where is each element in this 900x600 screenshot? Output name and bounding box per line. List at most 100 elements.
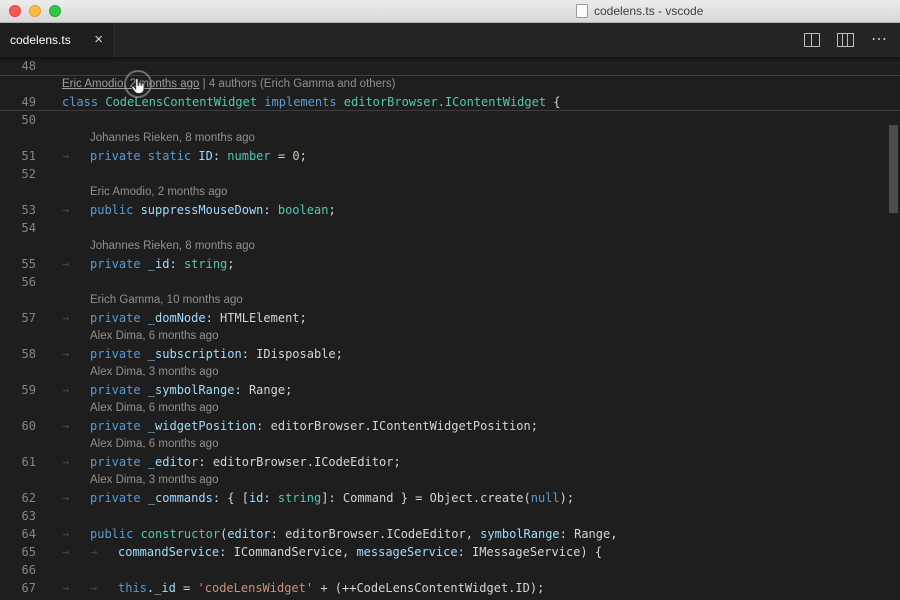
code-token: private [90,347,148,361]
tab-whitespace-arrow: → [62,147,90,165]
code-line-62[interactable]: 62→private _commands: { [id: string]: Co… [0,489,900,507]
line-number[interactable]: 67 [0,579,36,597]
code-token: : ICommandService, [219,545,356,559]
code-area: 48 Eric Amodio, 2 months ago | 4 authors … [0,57,900,600]
document-proxy-icon [576,4,588,18]
line-number[interactable]: 54 [0,219,36,237]
line-number[interactable]: 48 [0,57,36,75]
tab-close-icon[interactable]: × [94,32,103,47]
code-token: 'codeLensWidget' [198,581,314,595]
codelens-annotation-row[interactable]: Alex Dima, 3 months ago [0,363,900,381]
line-number[interactable]: 58 [0,345,36,363]
line-number[interactable]: 51 [0,147,36,165]
code-line-53[interactable]: 53→public suppressMouseDown: boolean; [0,201,900,219]
code-token: ); [560,491,574,505]
more-actions-icon[interactable]: ⋯ [871,34,888,46]
tab-whitespace-arrow: → [62,345,90,363]
code-text: →private static ID: number = 0; [62,147,307,165]
codelens-annotation-row[interactable]: Alex Dima, 6 months ago [0,435,900,453]
code-token: _commands [148,491,213,505]
close-window-button[interactable] [9,5,21,17]
line-number [0,237,36,255]
code-token: = [271,149,293,163]
codelens-annotation-row[interactable]: Johannes Rieken, 8 months ago [0,237,900,255]
code-token: private [90,491,148,505]
code-line-50[interactable]: 50 [0,111,900,129]
code-line-49[interactable]: 49class CodeLensContentWidget implements… [0,93,900,111]
codelens-blame-link[interactable]: Eric Amodio, 2 months ago [62,78,199,90]
line-number[interactable]: 66 [0,561,36,579]
code-token: _editor [148,455,199,469]
code-line-52[interactable]: 52 [0,165,900,183]
code-line-59[interactable]: 59→private _symbolRange: Range; [0,381,900,399]
line-number[interactable]: 53 [0,201,36,219]
line-number[interactable]: 62 [0,489,36,507]
codelens-annotation-row[interactable]: Eric Amodio, 2 months ago | 4 authors (E… [0,75,900,93]
codelens-label: Alex Dima, 6 months ago [90,438,218,450]
code-token: _id [148,257,170,271]
codelens-annotation-row[interactable]: Johannes Rieken, 8 months ago [0,129,900,147]
code-line-63[interactable]: 63 [0,507,900,525]
code-line-60[interactable]: 60→private _widgetPosition: editorBrowse… [0,417,900,435]
code-token: implements [257,95,344,109]
line-number[interactable]: 49 [0,93,36,111]
line-number[interactable]: 52 [0,165,36,183]
code-token: id [249,491,263,505]
line-number[interactable]: 65 [0,543,36,561]
code-editor[interactable]: 48 Eric Amodio, 2 months ago | 4 authors … [0,57,900,600]
line-number[interactable]: 59 [0,381,36,399]
code-line-55[interactable]: 55→private _id: string; [0,255,900,273]
codelens-text: Eric Amodio, 2 months ago | 4 authors (E… [62,75,395,93]
tab-codelens-ts[interactable]: codelens.ts × [0,22,114,57]
line-number[interactable]: 56 [0,273,36,291]
line-number[interactable]: 64 [0,525,36,543]
codelens-annotation-row[interactable]: Alex Dima, 6 months ago [0,399,900,417]
code-token: editor [227,527,270,541]
code-token: private [90,311,148,325]
codelens-annotation-row[interactable]: Erich Gamma, 10 months ago [0,291,900,309]
code-line-48[interactable]: 48 [0,57,900,75]
minimize-window-button[interactable] [29,5,41,17]
code-token: : Range, [560,527,618,541]
codelens-text: Alex Dima, 3 months ago [90,471,218,489]
code-line-56[interactable]: 56 [0,273,900,291]
code-line-64[interactable]: 64→public constructor(editor: editorBrow… [0,525,900,543]
line-number[interactable]: 55 [0,255,36,273]
codelens-label: 4 authors (Erich Gamma and others) [209,78,396,90]
line-number[interactable]: 57 [0,309,36,327]
line-number [0,183,36,201]
tab-whitespace-arrow: → [62,525,90,543]
code-token: constructor [141,527,220,541]
codelens-text: Erich Gamma, 10 months ago [90,291,243,309]
codelens-annotation-row[interactable]: Alex Dima, 3 months ago [0,471,900,489]
line-number[interactable]: 63 [0,507,36,525]
code-line-57[interactable]: 57 →private _domNode: HTMLElement; [0,309,900,327]
code-token: : [169,257,183,271]
tab-whitespace-arrow: → [62,453,90,471]
line-number[interactable]: 60 [0,417,36,435]
code-token: + (++CodeLensContentWidget.ID); [313,581,544,595]
code-text: →private _subscription: IDisposable; [62,345,343,363]
code-line-58[interactable]: 58 →private _subscription: IDisposable; [0,345,900,363]
code-line-54[interactable]: 54 [0,219,900,237]
code-text: →private _domNode: HTMLElement; [62,309,307,327]
zoom-window-button[interactable] [49,5,61,17]
line-number[interactable]: 61 [0,453,36,471]
editor-layout-icon[interactable] [837,33,854,47]
code-token: editorBrowser.IContentWidget [344,95,546,109]
line-number[interactable]: 50 [0,111,36,129]
code-line-67[interactable]: 67→→this._id = 'codeLensWidget' + (++Cod… [0,579,900,597]
tab-whitespace-arrow: → [62,417,90,435]
code-token: _widgetPosition [148,419,256,433]
vertical-scrollbar-thumb[interactable] [889,125,898,213]
split-editor-icon[interactable] [804,33,820,47]
code-line-51[interactable]: 51 →private static ID: number = 0; [0,147,900,165]
code-line-66[interactable]: 66 [0,561,900,579]
code-line-65[interactable]: 65→→commandService: ICommandService, mes… [0,543,900,561]
codelens-annotation-row[interactable]: Eric Amodio, 2 months ago [0,183,900,201]
code-line-61[interactable]: 61→private _editor: editorBrowser.ICodeE… [0,453,900,471]
codelens-annotation-row[interactable]: Alex Dima, 6 months ago [0,327,900,345]
code-token: symbolRange [480,527,559,541]
tab-whitespace-arrow: → [62,579,90,597]
code-token: number [227,149,270,163]
